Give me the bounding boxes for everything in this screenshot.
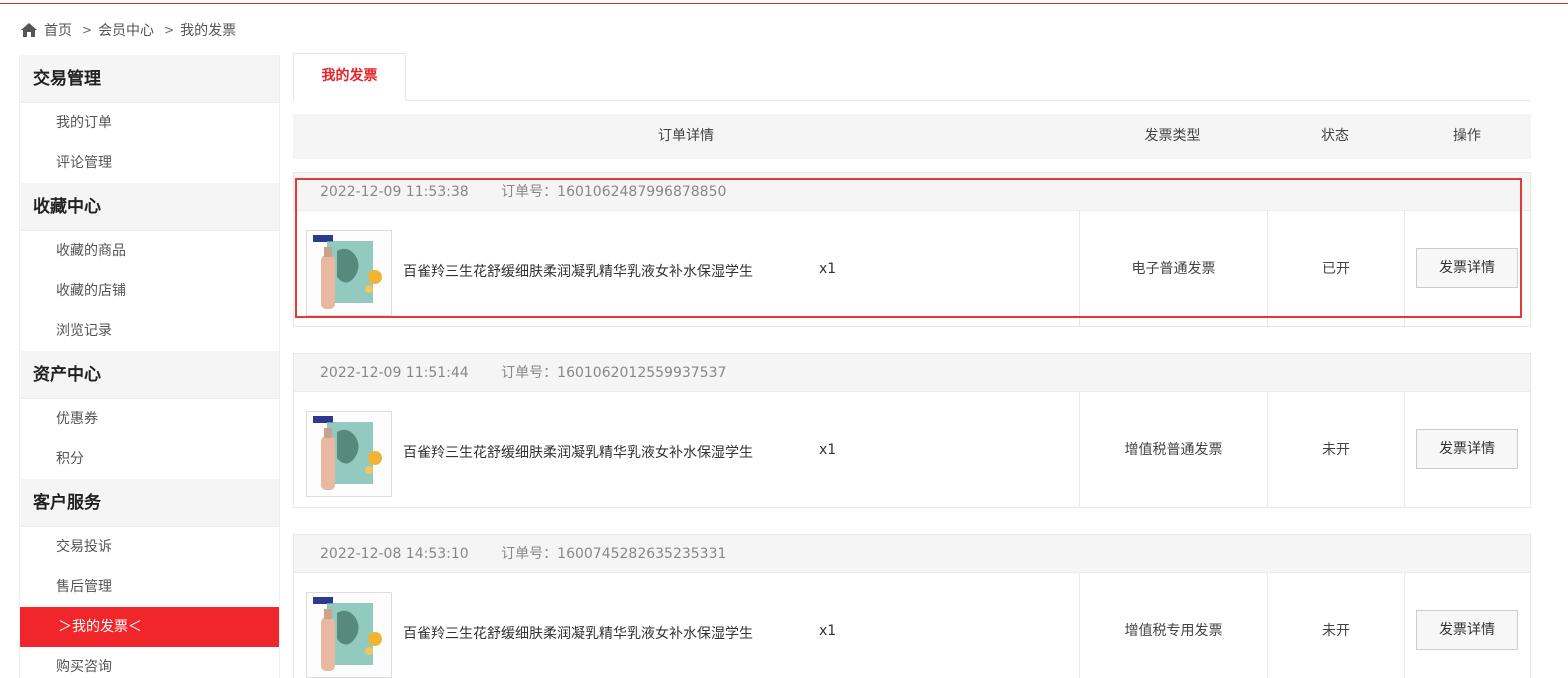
breadcrumb-separator: > [82,23,93,37]
product-thumbnail[interactable] [306,230,392,316]
order-body: 百雀羚三生花舒缓细肤柔润凝乳精华乳液女补水保湿学生 x1 增值税普通发票 未开 … [294,392,1530,507]
order-row: 2022-12-08 14:53:10 订单号：1600745282635235… [293,534,1531,678]
breadcrumb-home[interactable]: 首页 [44,20,72,40]
sidebar-group-title: 收藏中心 [20,183,279,231]
invoice-details-button[interactable]: 发票详情 [1416,248,1518,288]
col-action: 操作 [1453,128,1481,144]
tab-my-invoices[interactable]: 我的发票 [293,53,406,101]
sidebar-item-complaints[interactable]: 交易投诉 [20,527,279,567]
order-header: 2022-12-08 14:53:10 订单号：1600745282635235… [294,535,1530,573]
sidebar-group-title: 客户服务 [20,479,279,527]
order-header: 2022-12-09 11:51:44 订单号：1601062012559937… [294,354,1530,392]
breadcrumb-member-center[interactable]: 会员中心 [98,20,154,40]
invoice-status: 未开 [1322,442,1350,458]
divider [1404,392,1405,507]
sidebar-group-title: 资产中心 [20,351,279,399]
sidebar-item-fav-products[interactable]: 收藏的商品 [20,231,279,271]
top-accent-line [0,3,1568,4]
product-quantity: x1 [819,623,837,639]
col-invoice-type: 发票类型 [1144,128,1201,144]
invoice-details-button[interactable]: 发票详情 [1416,429,1518,469]
order-row: 2022-12-09 11:51:44 订单号：1601062012559937… [293,353,1531,508]
sidebar-item-after-sales[interactable]: 售后管理 [20,567,279,607]
invoice-details-button[interactable]: 发票详情 [1416,610,1518,650]
order-time: 2022-12-08 14:53:10 [320,546,469,562]
order-number: 订单号：1601062487996878850 [501,184,727,200]
order-number: 订单号：1601062012559937537 [501,365,727,381]
product-thumbnail[interactable] [306,411,392,497]
product-name[interactable]: 百雀羚三生花舒缓细肤柔润凝乳精华乳液女补水保湿学生 [403,261,753,281]
sidebar-item-inquiries[interactable]: 购买咨询 [20,647,279,678]
breadcrumb: 首页 > 会员中心 > 我的发票 [20,18,236,42]
order-number: 订单号：1600745282635235331 [501,546,727,562]
col-order-details: 订单详情 [658,128,714,144]
sidebar-item-points[interactable]: 积分 [20,439,279,479]
invoice-type: 增值税专用发票 [1124,623,1223,639]
order-row: 2022-12-09 11:53:38 订单号：1601062487996878… [293,172,1531,327]
divider [1404,573,1405,678]
invoice-type: 增值税普通发票 [1124,442,1223,458]
breadcrumb-current: 我的发票 [180,23,237,39]
order-body: 百雀羚三生花舒缓细肤柔润凝乳精华乳液女补水保湿学生 x1 电子普通发票 已开 发… [294,211,1530,326]
invoice-status: 未开 [1322,623,1350,639]
sidebar-item-reviews[interactable]: 评论管理 [20,143,279,183]
main-content: 我的发票 订单详情 发票类型 状态 操作 2022-12-09 11:53:38… [293,53,1531,678]
home-icon[interactable] [20,22,38,38]
order-time: 2022-12-09 11:51:44 [320,365,469,381]
sidebar-item-coupons[interactable]: 优惠券 [20,399,279,439]
product-name[interactable]: 百雀羚三生花舒缓细肤柔润凝乳精华乳液女补水保湿学生 [403,623,753,643]
tab-bar: 我的发票 [293,53,1531,101]
product-thumbnail[interactable] [306,592,392,678]
table-header: 订单详情 发票类型 状态 操作 [293,114,1531,159]
product-quantity: x1 [819,261,837,277]
breadcrumb-separator: > [164,23,175,37]
col-status: 状态 [1321,128,1349,144]
order-body: 百雀羚三生花舒缓细肤柔润凝乳精华乳液女补水保湿学生 x1 增值税专用发票 未开 … [294,573,1530,678]
invoice-type: 电子普通发票 [1131,261,1216,277]
invoice-status: 已开 [1322,261,1350,277]
sidebar-item-my-orders[interactable]: 我的订单 [20,103,279,143]
product-name[interactable]: 百雀羚三生花舒缓细肤柔润凝乳精华乳液女补水保湿学生 [403,442,753,462]
order-header: 2022-12-09 11:53:38 订单号：1601062487996878… [294,173,1530,211]
sidebar-item-history[interactable]: 浏览记录 [20,311,279,351]
sidebar: 交易管理 我的订单 评论管理 收藏中心 收藏的商品 收藏的店铺 浏览记录 资产中… [19,55,280,678]
divider [1404,211,1405,326]
sidebar-item-fav-stores[interactable]: 收藏的店铺 [20,271,279,311]
sidebar-item-my-invoices[interactable]: ＞我的发票＜ [20,607,279,647]
order-time: 2022-12-09 11:53:38 [320,184,469,200]
sidebar-group-title: 交易管理 [20,55,279,103]
product-quantity: x1 [819,442,837,458]
